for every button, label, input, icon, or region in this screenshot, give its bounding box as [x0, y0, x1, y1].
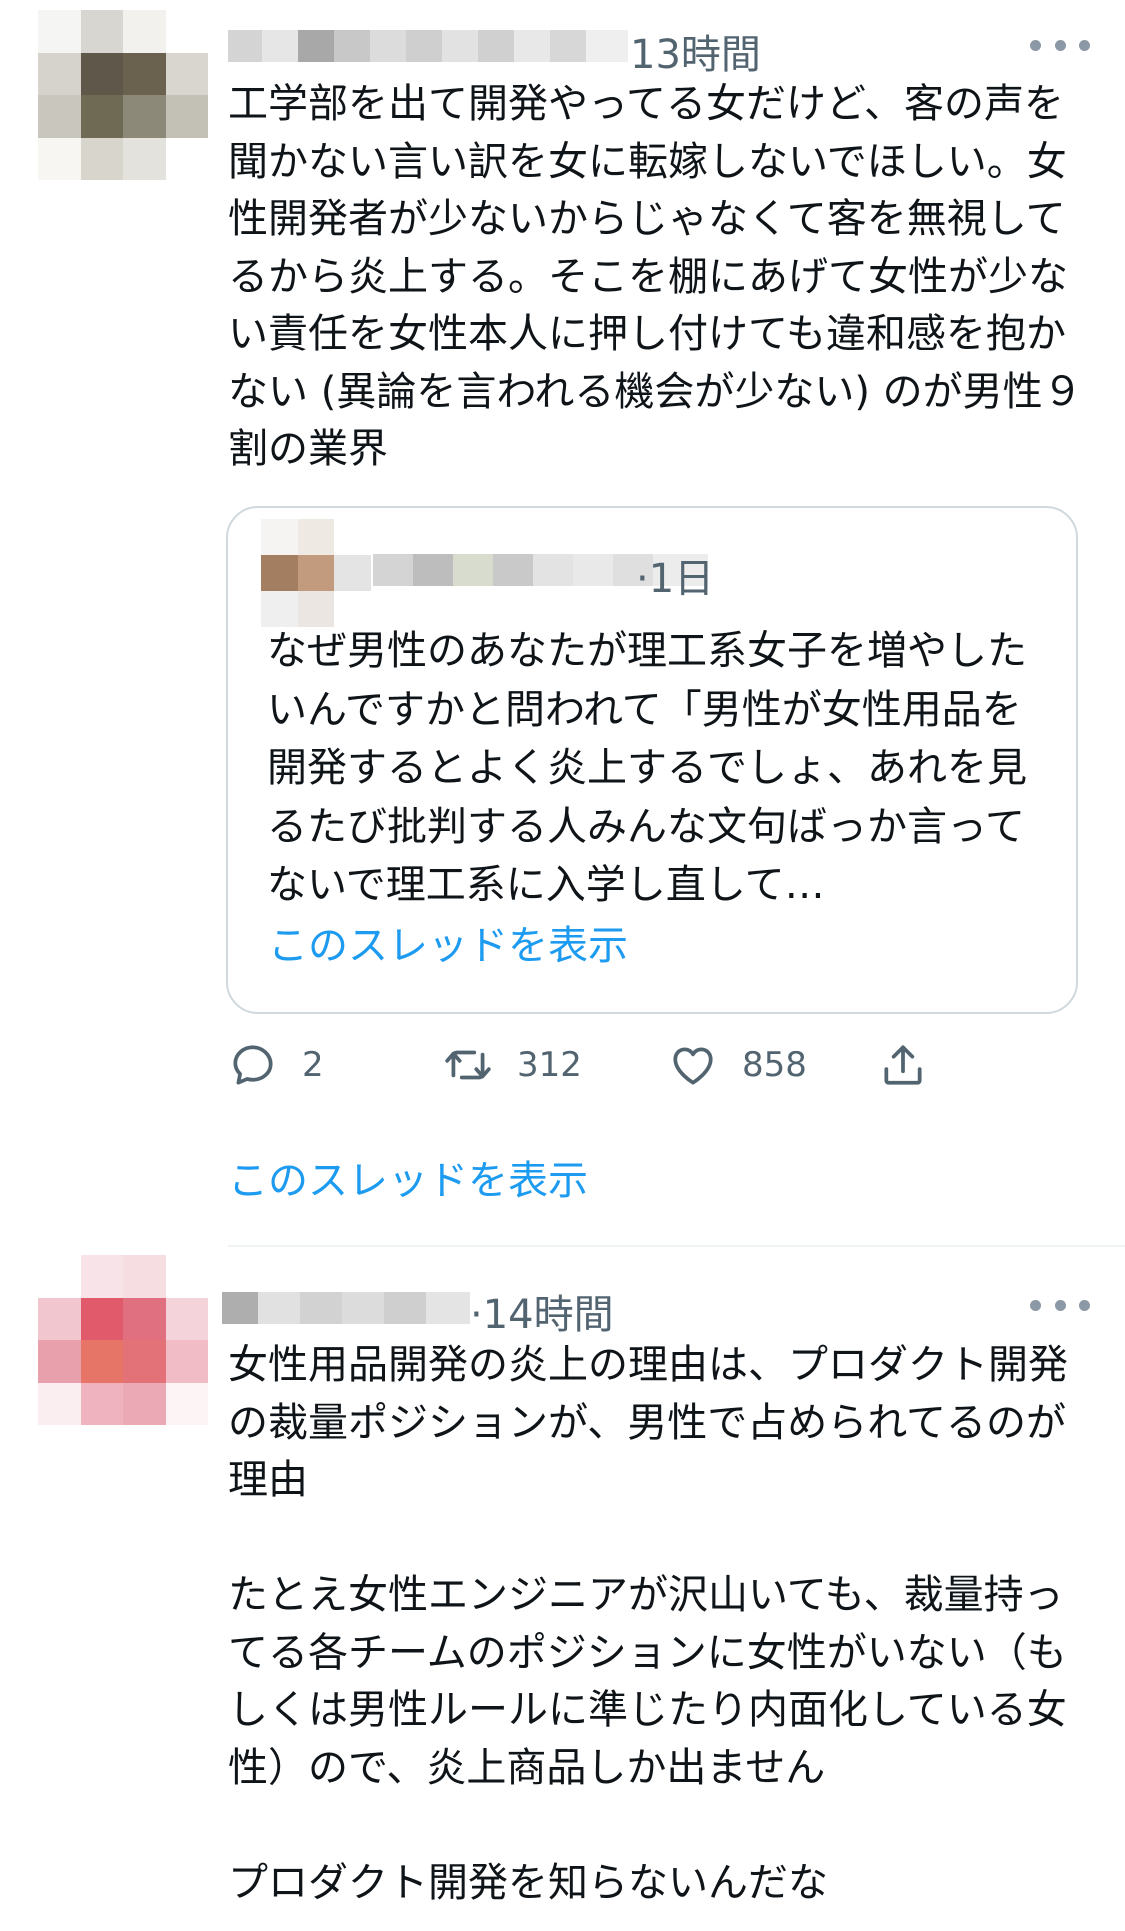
- more-horizontal-icon[interactable]: [1030, 35, 1090, 55]
- show-thread-link[interactable]: このスレッドを表示: [228, 1148, 588, 1206]
- avatar[interactable]: [38, 10, 208, 180]
- tweet-timestamp[interactable]: 13時間: [630, 22, 761, 80]
- reply-button[interactable]: 2: [228, 1030, 324, 1100]
- quoted-show-thread-link[interactable]: このスレッドを表示: [268, 913, 628, 971]
- quoted-timestamp: ·1日: [636, 556, 715, 602]
- heart-icon: [673, 1047, 713, 1085]
- retweet-button[interactable]: 312: [443, 1030, 582, 1100]
- reply-icon: [233, 1045, 273, 1085]
- retweet-icon: [445, 1050, 491, 1080]
- tweet-actions: 2 312 858: [228, 1030, 948, 1100]
- like-button[interactable]: 858: [668, 1030, 807, 1100]
- retweet-count: 312: [517, 1045, 582, 1085]
- tweet-text: 工学部を出て開発やってる女だけど、客の声を聞かない言い訳を女に転嫁しないでほしい…: [228, 81, 1083, 472]
- quoted-tweet[interactable]: ·1日 なぜ男性のあなたが理工系女子を増やしたいんですかと問われて「男性が女性用…: [226, 506, 1078, 1014]
- reply-count: 2: [302, 1045, 324, 1085]
- tweet[interactable]: ·14時間 女性用品開発の炎上の理由は、プロダクト開発の裁量ポジションが、男性で…: [0, 1245, 1125, 1931]
- like-count: 858: [742, 1045, 807, 1085]
- share-button[interactable]: [878, 1030, 928, 1100]
- user-name-redacted[interactable]: [222, 1292, 470, 1324]
- quoted-avatar: [261, 519, 371, 627]
- quoted-text: なぜ男性のあなたが理工系女子を増やしたいんですかと問われて「男性が女性用品を開発…: [267, 628, 1027, 908]
- tweet-text: 女性用品開発の炎上の理由は、プロダクト開発の裁量ポジションが、男性で占められてる…: [228, 1342, 1068, 1906]
- tweet-timestamp[interactable]: ·14時間: [470, 1282, 614, 1340]
- share-icon: [884, 1045, 922, 1085]
- tweet[interactable]: 13時間 工学部を出て開発やってる女だけど、客の声を聞かない言い訳を女に転嫁しな…: [0, 0, 1125, 1245]
- more-horizontal-icon[interactable]: [1030, 1295, 1090, 1315]
- avatar[interactable]: [38, 1255, 208, 1425]
- user-name-redacted[interactable]: [228, 30, 628, 62]
